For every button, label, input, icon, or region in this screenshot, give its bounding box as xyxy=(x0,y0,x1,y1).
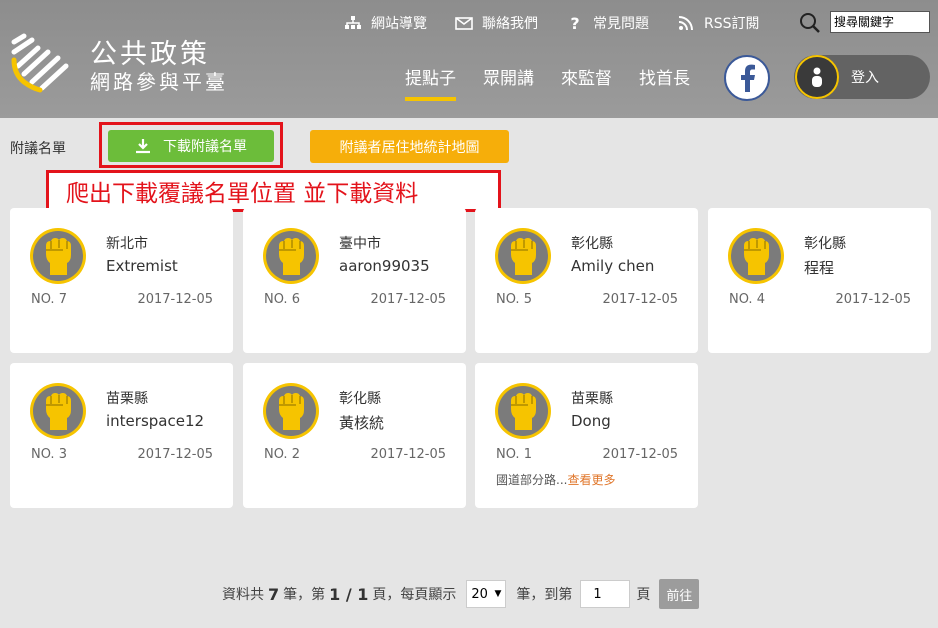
search-input[interactable] xyxy=(830,11,930,33)
toplink-label: 常見問題 xyxy=(593,16,649,32)
signer-name: Amily chen xyxy=(571,257,655,275)
avatar xyxy=(728,228,784,284)
avatar xyxy=(495,228,551,284)
signer-city: 彰化縣 xyxy=(339,391,381,407)
download-list-label: 下載附議名單 xyxy=(163,139,247,155)
signer-date: 2017-12-05 xyxy=(370,447,446,462)
pagination: 資料共 7 筆，第 1 / 1 頁，每頁顯示 20 ▼ 筆，到第 頁 前往 xyxy=(222,579,700,609)
avatar xyxy=(263,383,319,439)
avatar xyxy=(30,228,86,284)
toplink-faq[interactable]: ? 常見問題 xyxy=(566,13,649,33)
fist-icon xyxy=(266,231,316,281)
signer-city: 苗栗縣 xyxy=(571,391,613,407)
signer-date: 2017-12-05 xyxy=(137,292,213,307)
logo-subtitle: 網路參與平臺 xyxy=(90,70,228,94)
rss-icon xyxy=(677,14,695,32)
signer-number: NO. 2 xyxy=(264,447,300,462)
per-page-value: 20 xyxy=(471,586,488,602)
toplink-contact[interactable]: 聯絡我們 xyxy=(455,13,538,33)
signer-date: 2017-12-05 xyxy=(835,292,911,307)
sitemap-icon xyxy=(344,14,362,32)
petition-signer-card[interactable]: 彰化縣黃核統 NO. 2 2017-12-05 xyxy=(243,363,466,508)
annotation-note: 爬出下載覆議名單位置 並下載資料 xyxy=(46,170,501,212)
fist-icon xyxy=(33,386,83,436)
avatar xyxy=(495,383,551,439)
signer-number: NO. 5 xyxy=(496,292,532,307)
signer-date: 2017-12-05 xyxy=(602,447,678,462)
goto-page-input[interactable] xyxy=(580,580,631,608)
avatar xyxy=(263,228,319,284)
signer-number: NO. 1 xyxy=(496,447,532,462)
total-count: 7 xyxy=(268,584,280,604)
toplink-label: 聯絡我們 xyxy=(482,16,538,32)
signer-city: 臺中市 xyxy=(339,236,381,252)
page-indicator: 1 / 1 xyxy=(329,584,369,604)
pager-text: 筆，到第 xyxy=(516,587,573,603)
fist-icon xyxy=(266,386,316,436)
nav-officials[interactable]: 找首長 xyxy=(639,64,690,89)
fist-icon xyxy=(33,231,83,281)
per-page-select[interactable]: 20 ▼ xyxy=(466,580,507,608)
signer-city: 苗栗縣 xyxy=(106,391,148,407)
nav-monitor[interactable]: 來監督 xyxy=(561,64,612,89)
pager-text: 筆，第 xyxy=(283,587,326,603)
signer-number: NO. 3 xyxy=(31,447,67,462)
toplink-label: 網站導覽 xyxy=(371,16,427,32)
petition-signer-card[interactable]: 彰化縣程程 NO. 4 2017-12-05 xyxy=(708,208,931,353)
top-links: 網站導覽 聯絡我們 ? 常見問題 RSS訂閱 xyxy=(344,13,788,33)
petition-signer-card[interactable]: 新北市 Extremist NO. 7 2017-12-05 xyxy=(10,208,233,353)
signer-date: 2017-12-05 xyxy=(602,292,678,307)
facebook-icon xyxy=(741,64,755,92)
signer-name: 黃核統 xyxy=(339,414,385,432)
signer-city: 新北市 xyxy=(106,236,148,252)
site-header: 公共政策 網路參與平臺 網站導覽 聯絡我們 ? 常見問題 RSS訂閱 搜尋關鍵字… xyxy=(0,0,938,118)
download-icon xyxy=(135,138,151,154)
signer-comment: 國道部分路...查看更多 xyxy=(496,471,615,488)
fist-icon xyxy=(498,231,548,281)
download-list-button[interactable]: 下載附議名單 xyxy=(108,130,274,162)
read-more-link[interactable]: 查看更多 xyxy=(567,473,615,487)
toplink-rss[interactable]: RSS訂閱 xyxy=(677,13,760,33)
comment-text: 國道部分路... xyxy=(496,473,568,487)
signer-name: aaron99035 xyxy=(339,257,430,275)
map-button[interactable]: 附議者居住地統計地圖 xyxy=(310,130,509,163)
signer-name: Extremist xyxy=(106,257,178,275)
petition-signer-card[interactable]: 彰化縣 Amily chen NO. 5 2017-12-05 xyxy=(475,208,698,353)
signer-number: NO. 7 xyxy=(31,292,67,307)
petition-signer-card[interactable]: 臺中市 aaron99035 NO. 6 2017-12-05 xyxy=(243,208,466,353)
signer-name: interspace12 xyxy=(106,412,205,430)
petition-signer-card[interactable]: 苗栗縣 interspace12 NO. 3 2017-12-05 xyxy=(10,363,233,508)
toplink-label: RSS訂閱 xyxy=(704,16,760,32)
question-icon: ? xyxy=(570,13,580,33)
login-label: 登入 xyxy=(851,70,879,86)
signer-name: 程程 xyxy=(804,259,835,277)
caret-down-icon: ▼ xyxy=(494,589,502,599)
main-nav: 提點子 眾開講 來監督 找首長 xyxy=(405,64,717,101)
go-button[interactable]: 前往 xyxy=(659,579,700,609)
nav-discuss[interactable]: 眾開講 xyxy=(483,64,534,89)
signer-date: 2017-12-05 xyxy=(370,292,446,307)
signer-name: Dong xyxy=(571,412,611,430)
fist-icon xyxy=(731,231,781,281)
signer-date: 2017-12-05 xyxy=(137,447,213,462)
signer-city: 彰化縣 xyxy=(804,236,846,252)
petition-signer-card[interactable]: 苗栗縣 Dong NO. 1 2017-12-05 國道部分路...查看更多 xyxy=(475,363,698,508)
pager-text: 頁，每頁顯示 xyxy=(372,587,457,603)
user-icon xyxy=(795,55,839,99)
signer-city: 彰化縣 xyxy=(571,236,613,252)
fist-icon xyxy=(498,386,548,436)
section-label: 附議名單 xyxy=(10,141,66,157)
login-button[interactable]: 登入 xyxy=(794,55,930,99)
search-icon[interactable] xyxy=(799,12,821,34)
pager-text: 資料共 xyxy=(222,587,264,603)
signer-number: NO. 6 xyxy=(264,292,300,307)
nav-propose[interactable]: 提點子 xyxy=(405,64,456,101)
avatar xyxy=(30,383,86,439)
toplink-sitemap[interactable]: 網站導覽 xyxy=(344,13,427,33)
mail-icon xyxy=(455,14,473,32)
logo-icon[interactable] xyxy=(10,30,74,94)
signer-number: NO. 4 xyxy=(729,292,765,307)
pager-text: 頁 xyxy=(636,587,651,603)
facebook-button[interactable] xyxy=(724,55,770,101)
